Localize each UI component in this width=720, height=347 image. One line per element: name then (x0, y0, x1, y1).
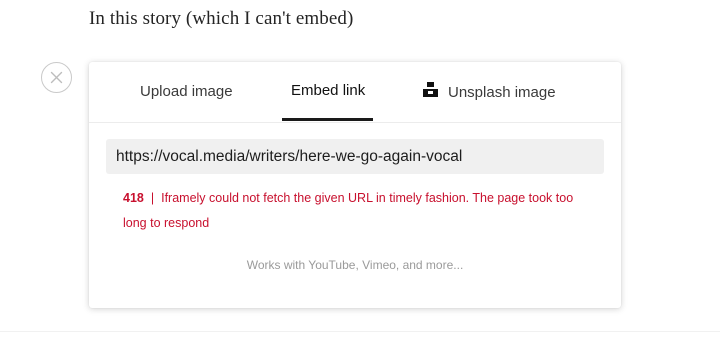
divider (0, 331, 720, 332)
embed-dialog: Upload image Embed link Unsplash image 4… (89, 62, 621, 308)
error-code: 418 (123, 191, 144, 205)
error-message: 418 | Iframely could not fetch the given U… (123, 186, 593, 236)
story-text: In this story (which I can't embed) (89, 8, 354, 29)
tab-embed-link[interactable]: Embed link (291, 60, 365, 120)
supported-services-hint: Works with YouTube, Vimeo, and more... (246, 258, 464, 272)
tab-label: Upload image (140, 82, 233, 100)
tab-unsplash-image[interactable]: Unsplash image (423, 62, 556, 122)
error-text: Iframely could not fetch the given URL i… (123, 191, 574, 230)
tab-label: Embed link (291, 81, 366, 99)
tab-label: Unsplash image (448, 83, 556, 101)
tab-bar: Upload image Embed link Unsplash image (89, 62, 621, 123)
close-embed-button[interactable] (41, 62, 72, 93)
error-separator: | (150, 191, 155, 205)
embed-url-input[interactable] (106, 139, 604, 174)
unsplash-icon (423, 81, 438, 97)
close-icon (49, 70, 64, 85)
tab-upload-image[interactable]: Upload image (140, 61, 233, 121)
active-tab-indicator (282, 118, 373, 121)
